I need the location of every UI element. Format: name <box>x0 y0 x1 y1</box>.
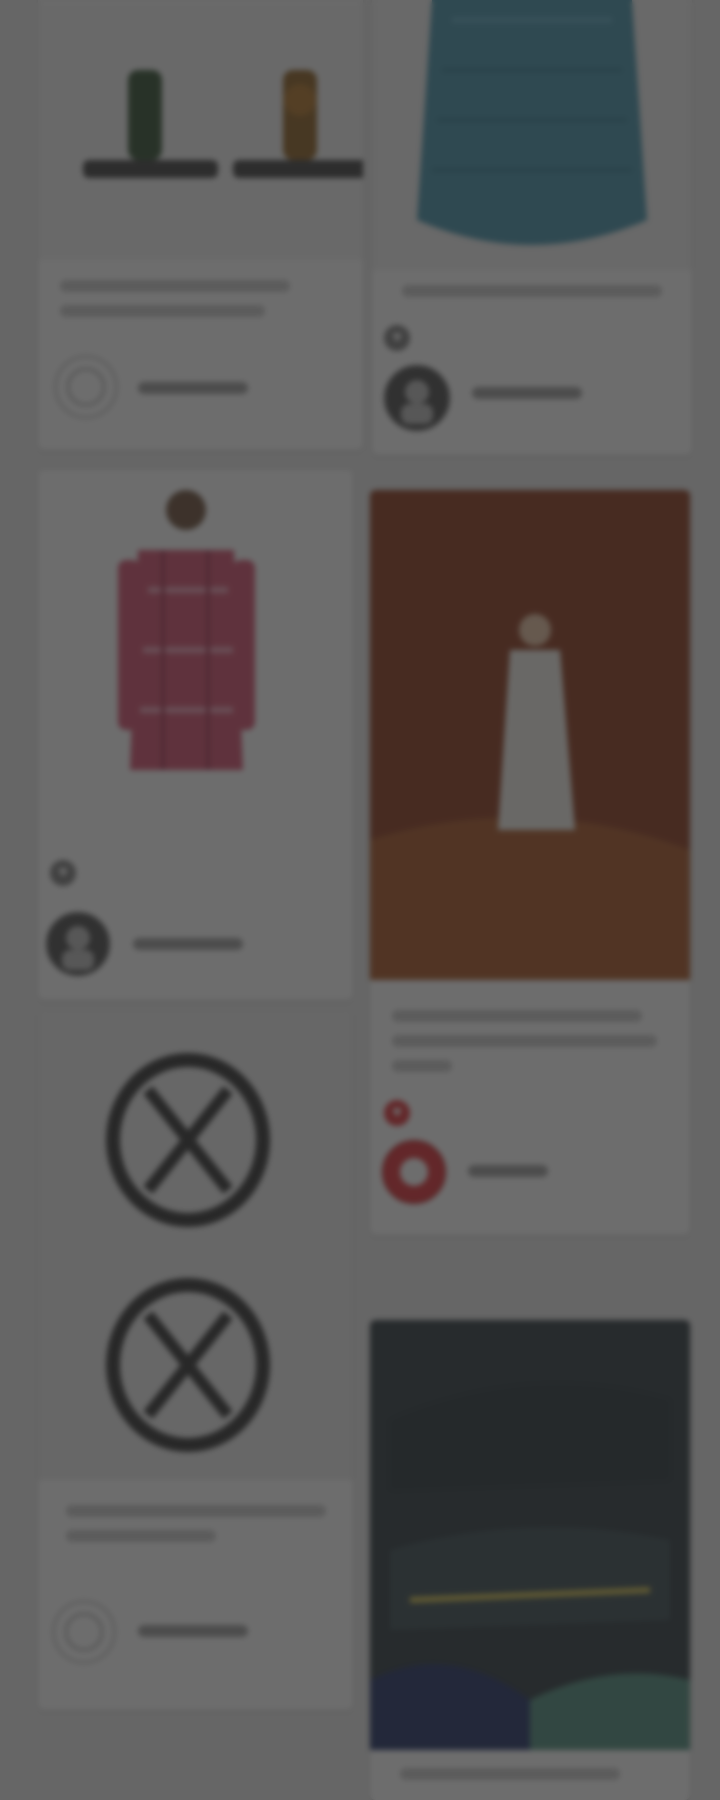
dim-overlay[interactable] <box>0 0 720 1800</box>
